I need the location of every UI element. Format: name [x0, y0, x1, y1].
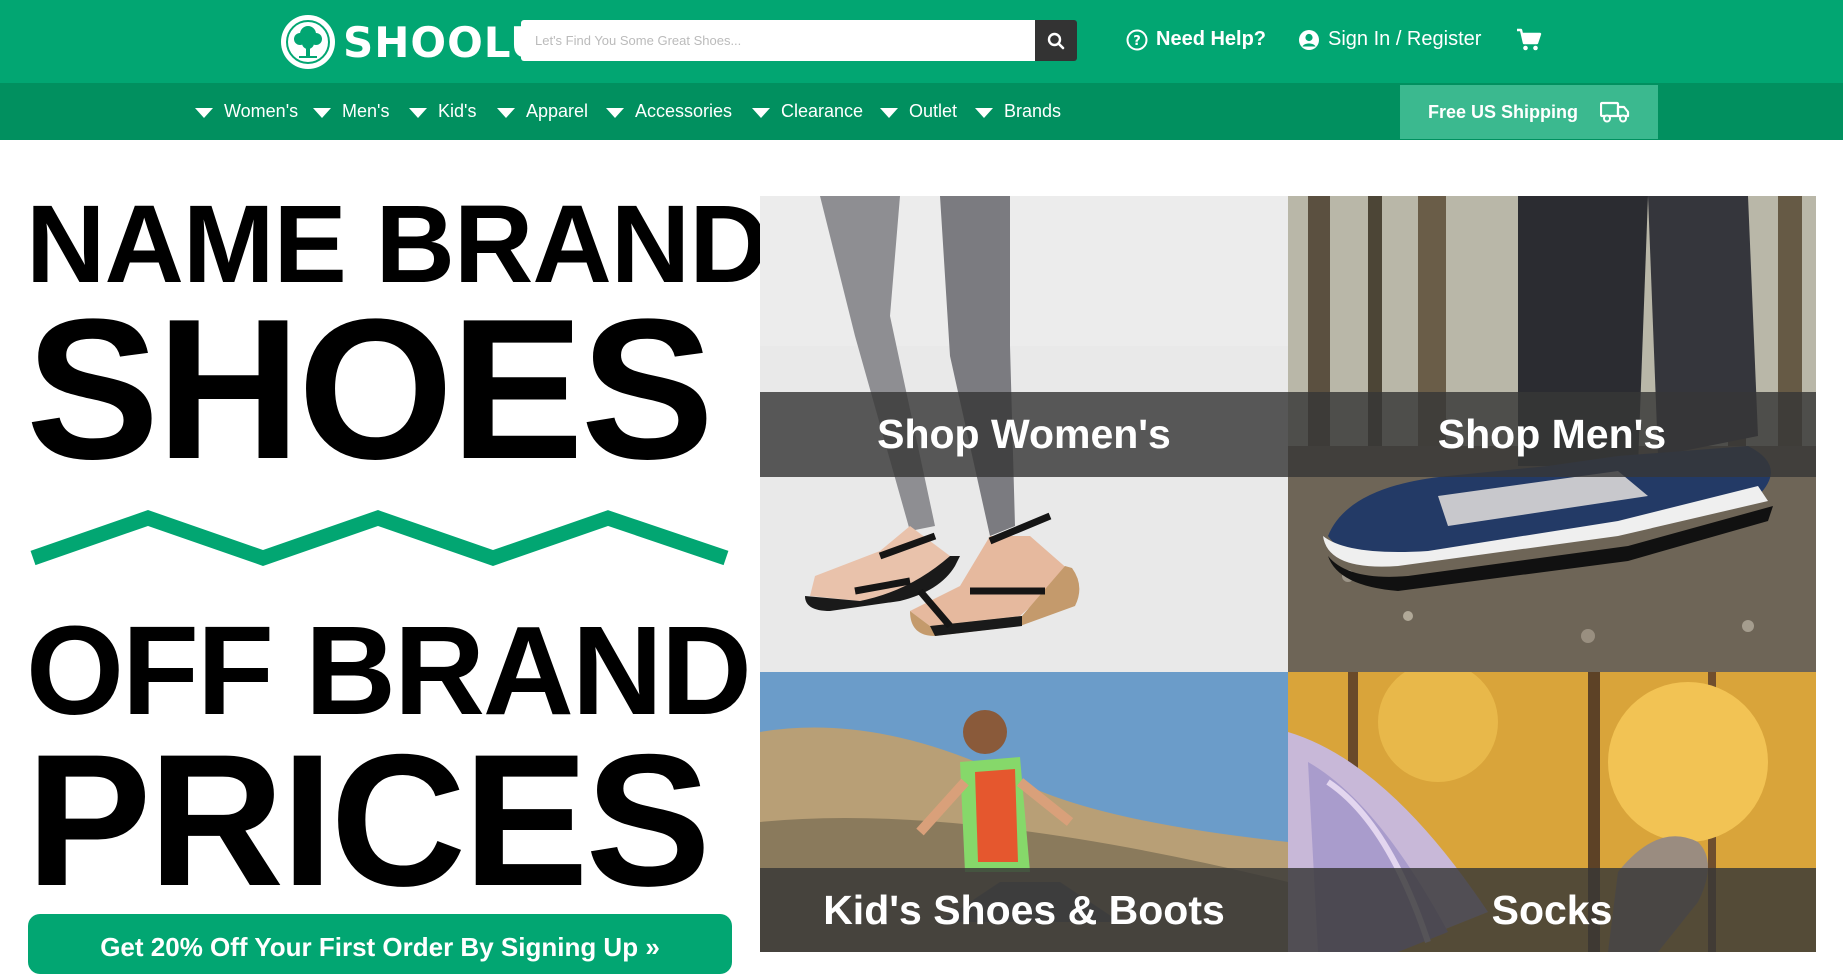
caret-down-icon: [497, 107, 515, 118]
nav-item-kids[interactable]: Kid's: [409, 83, 476, 140]
caret-down-icon: [195, 107, 213, 118]
nav-item-apparel[interactable]: Apparel: [497, 83, 588, 140]
signup-discount-button[interactable]: Get 20% Off Your First Order By Signing …: [28, 914, 732, 974]
nav-item-label: Clearance: [781, 101, 864, 121]
site-logo[interactable]: SHOOLU: [281, 14, 545, 70]
cart-button[interactable]: [1516, 28, 1542, 57]
svg-text:?: ?: [1133, 34, 1141, 49]
tile-shop-mens[interactable]: Shop Men's: [1288, 196, 1816, 672]
caret-down-icon: [313, 107, 331, 118]
question-circle-icon: ?: [1126, 29, 1148, 50]
tree-logo-icon: [281, 15, 335, 69]
caret-down-icon: [752, 107, 770, 118]
top-header: SHOOLU ? Need Help? Sign In / Register: [0, 0, 1843, 83]
search-input[interactable]: [521, 20, 1035, 61]
tile-socks[interactable]: Socks: [1288, 672, 1816, 952]
sign-in-link[interactable]: Sign In / Register: [1298, 28, 1481, 51]
shopping-cart-icon: [1517, 28, 1542, 51]
nav-item-outlet[interactable]: Outlet: [880, 83, 957, 140]
search-bar: [521, 20, 1077, 61]
caret-down-icon: [606, 107, 624, 118]
free-shipping-banner[interactable]: Free US Shipping: [1400, 85, 1658, 139]
free-shipping-label: Free US Shipping: [1427, 101, 1578, 122]
nav-item-label: Women's: [224, 101, 299, 121]
zigzag-divider: [30, 510, 729, 566]
tile-label-mens: Shop Men's: [1288, 392, 1816, 477]
nav-item-womens[interactable]: Women's: [195, 83, 298, 140]
brand-name: SHOOLU: [343, 17, 546, 67]
nav-item-label: Kid's: [438, 101, 477, 121]
caret-down-icon: [975, 107, 993, 118]
tile-label-womens: Shop Women's: [760, 392, 1288, 477]
tile-label-socks: Socks: [1288, 868, 1816, 952]
tile-shop-womens[interactable]: Shop Women's: [760, 196, 1288, 672]
nav-item-clearance[interactable]: Clearance: [752, 83, 863, 140]
user-circle-icon: [1299, 29, 1319, 50]
nav-item-label: Apparel: [526, 101, 589, 121]
nav-item-label: Accessories: [635, 101, 733, 121]
nav-item-label: Brands: [1004, 101, 1062, 121]
nav-item-mens[interactable]: Men's: [313, 83, 389, 140]
need-help-label: Need Help?: [1156, 28, 1267, 50]
search-icon: [1047, 32, 1065, 49]
shipping-truck-icon: [1600, 101, 1630, 123]
nav-item-brands[interactable]: Brands: [975, 83, 1061, 140]
tile-kids-shoes[interactable]: Kid's Shoes & Boots: [760, 672, 1288, 952]
caret-down-icon: [880, 107, 898, 118]
caret-down-icon: [409, 107, 427, 118]
hero-line-shoes: SHOES: [26, 278, 714, 501]
nav-item-accessories[interactable]: Accessories: [606, 83, 732, 140]
search-button[interactable]: [1035, 20, 1077, 61]
need-help-link[interactable]: ? Need Help?: [1126, 28, 1266, 51]
nav-item-label: Outlet: [909, 101, 958, 121]
tile-label-kids: Kid's Shoes & Boots: [760, 868, 1288, 952]
nav-item-label: Men's: [342, 101, 390, 121]
sign-in-label: Sign In / Register: [1328, 28, 1482, 50]
hero-line-prices: PRICES: [26, 715, 711, 925]
